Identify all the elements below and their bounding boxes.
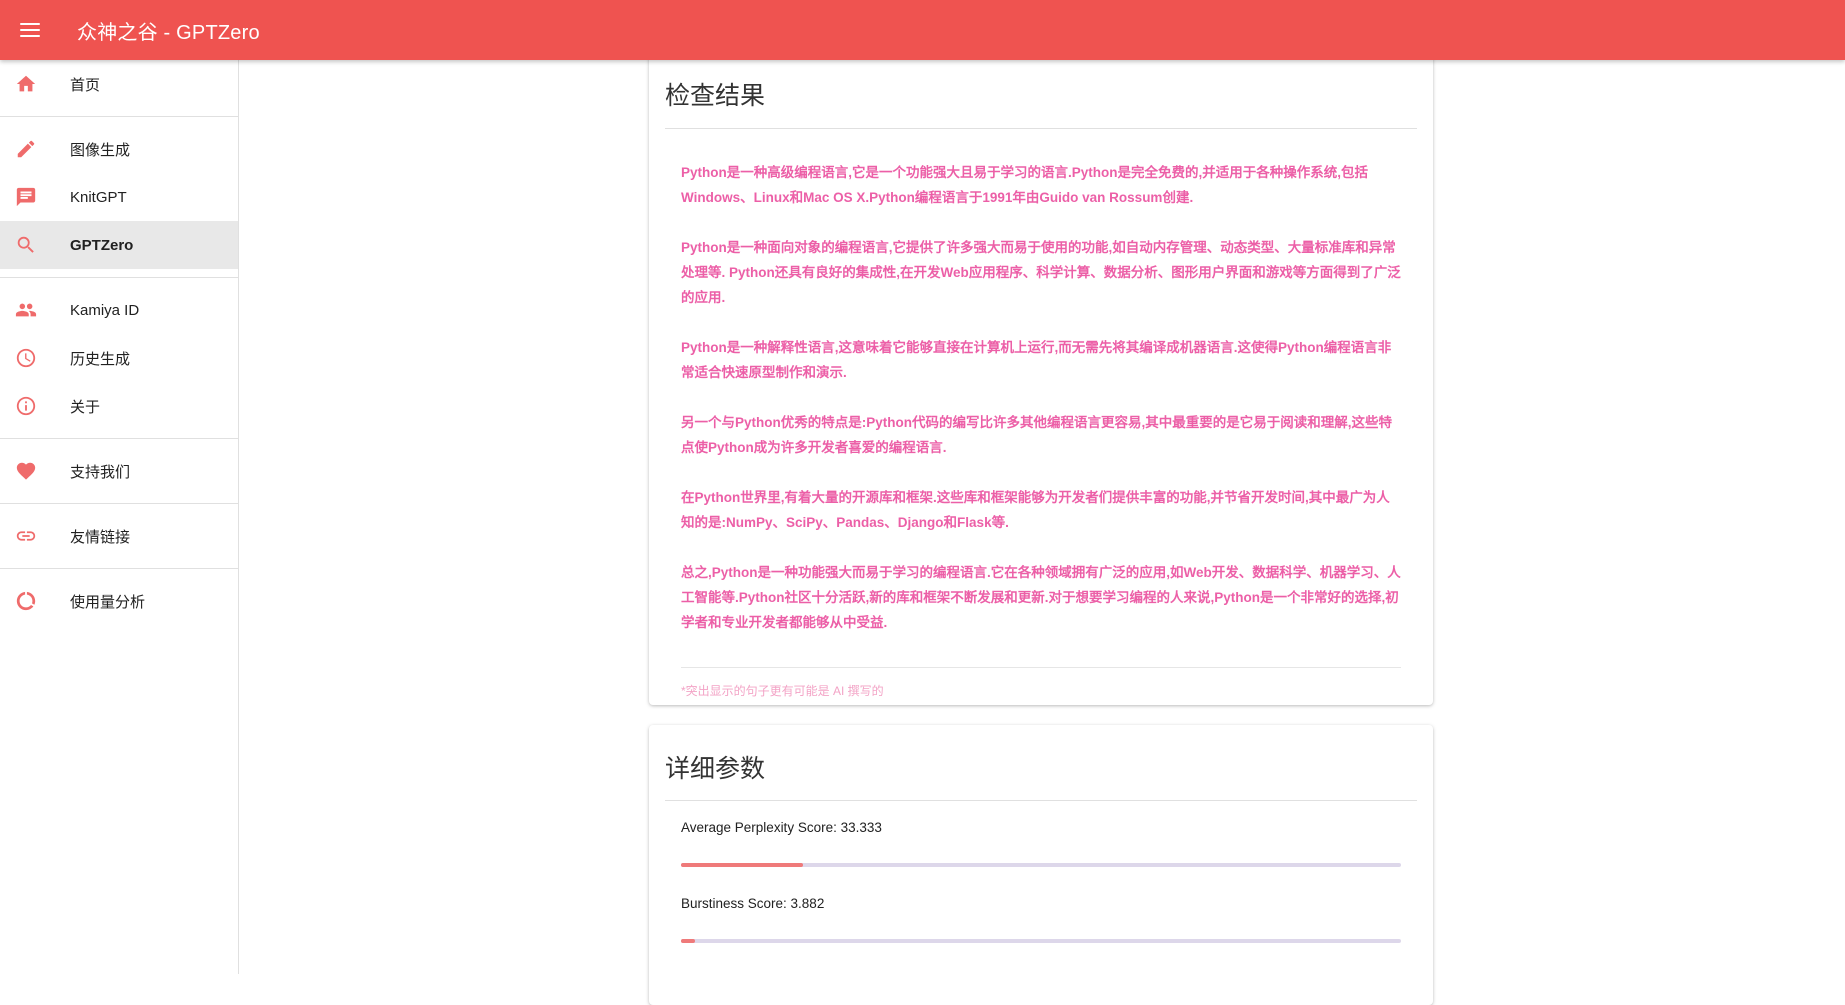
sidebar-item-label: 首页 [70,76,101,94]
chat-icon [14,185,38,209]
sidebar-item-kamiya-id[interactable]: Kamiya ID [0,286,238,334]
sidebar-item-image-generation[interactable]: 图像生成 [0,125,238,173]
sidebar-item-label: 历史生成 [70,350,131,368]
ai-footnote: *突出显示的句子更有可能是 AI 撰写的 [681,684,884,698]
sidebar-divider [0,277,238,278]
sidebar-item-label: 使用量分析 [70,593,146,611]
search-icon [14,233,38,257]
app-title: 众神之谷 - GPTZero [77,21,260,44]
info-icon [14,394,38,418]
sidebar-item-friend-links[interactable]: 友情链接 [0,512,238,560]
sidebar-item-label: KnitGPT [70,188,127,206]
sidebar-divider [0,116,238,117]
burstiness-progress-fill [681,939,696,943]
burstiness-score-label: Burstiness Score: 3.882 [681,896,825,911]
sidebar-divider [0,438,238,439]
sidebar-item-usage-analysis[interactable]: 使用量分析 [0,577,238,625]
sidebar-divider [0,568,238,569]
sidebar-item-label: 图像生成 [70,141,131,159]
sidebar-item-label: 友情链接 [70,528,131,546]
params-card: 详细参数 Average Perplexity Score: 33.333 Bu… [649,725,1433,1005]
sidebar-item-history[interactable]: 历史生成 [0,334,238,382]
sidebar-item-support-us[interactable]: 支持我们 [0,447,238,495]
sidebar-item-label: 关于 [70,398,101,416]
highlighted-paragraph: 另一个与Python优秀的特点是:Python代码的编写比许多其他编程语言更容易… [681,415,1392,455]
highlighted-paragraph: Python是一种高级编程语言,它是一个功能强大且易于学习的语言.Python是… [681,165,1368,205]
sidebar-item-knitgpt[interactable]: KnitGPT [0,173,238,221]
pencil-icon [14,137,38,161]
footnote-rule [681,667,1401,668]
perplexity-progress-fill [681,863,804,867]
link-icon [14,524,38,548]
people-icon [14,298,38,322]
sidebar-item-about[interactable]: 关于 [0,382,238,430]
sidebar-divider [0,503,238,504]
result-card: 检查结果 Python是一种高级编程语言,它是一个功能强大且易于学习的语言.Py… [649,40,1433,705]
highlighted-paragraph: Python是一种面向对象的编程语言,它提供了许多强大而易于使用的功能,如自动内… [681,240,1401,305]
highlighted-paragraph: Python是一种解释性语言,这意味着它能够直接在计算机上运行,而无需先将其编译… [681,340,1392,380]
perplexity-score-label: Average Perplexity Score: 33.333 [681,820,882,835]
perplexity-progress-bar [681,863,1401,867]
burstiness-progress-bar [681,939,1401,943]
result-text: Python是一种高级编程语言,它是一个功能强大且易于学习的语言.Python是… [681,160,1403,660]
params-title-rule [665,800,1417,801]
app-bar: 众神之谷 - GPTZero [0,0,1845,60]
clock-icon [14,346,38,370]
sidebar-item-label: Kamiya ID [70,301,140,319]
sidebar-item-gptzero[interactable]: GPTZero [0,221,238,269]
highlighted-paragraph: 在Python世界里,有着大量的开源库和框架.这些库和框架能够为开发者们提供丰富… [681,490,1390,530]
hamburger-icon [20,19,40,41]
main-content: 检查结果 Python是一种高级编程语言,它是一个功能强大且易于学习的语言.Py… [240,40,1845,1005]
sidebar-item-label: GPTZero [70,236,134,254]
donut-chart-icon [14,589,38,613]
sidebar-item-label: 支持我们 [70,463,131,481]
highlighted-paragraph: 总之,Python是一种功能强大而易于学习的编程语言.它在各种领域拥有广泛的应用… [681,565,1401,630]
params-title: 详细参数 [665,755,766,783]
result-title: 检查结果 [665,82,766,110]
sidebar-item-home[interactable]: 首页 [0,60,238,108]
sidebar: 首页 图像生成 KnitGPT GPTZero Kamiya ID 历史生成 关… [0,60,239,974]
home-icon [14,72,38,96]
menu-button[interactable] [0,0,60,60]
result-title-rule [665,128,1417,129]
heart-icon [14,459,38,483]
